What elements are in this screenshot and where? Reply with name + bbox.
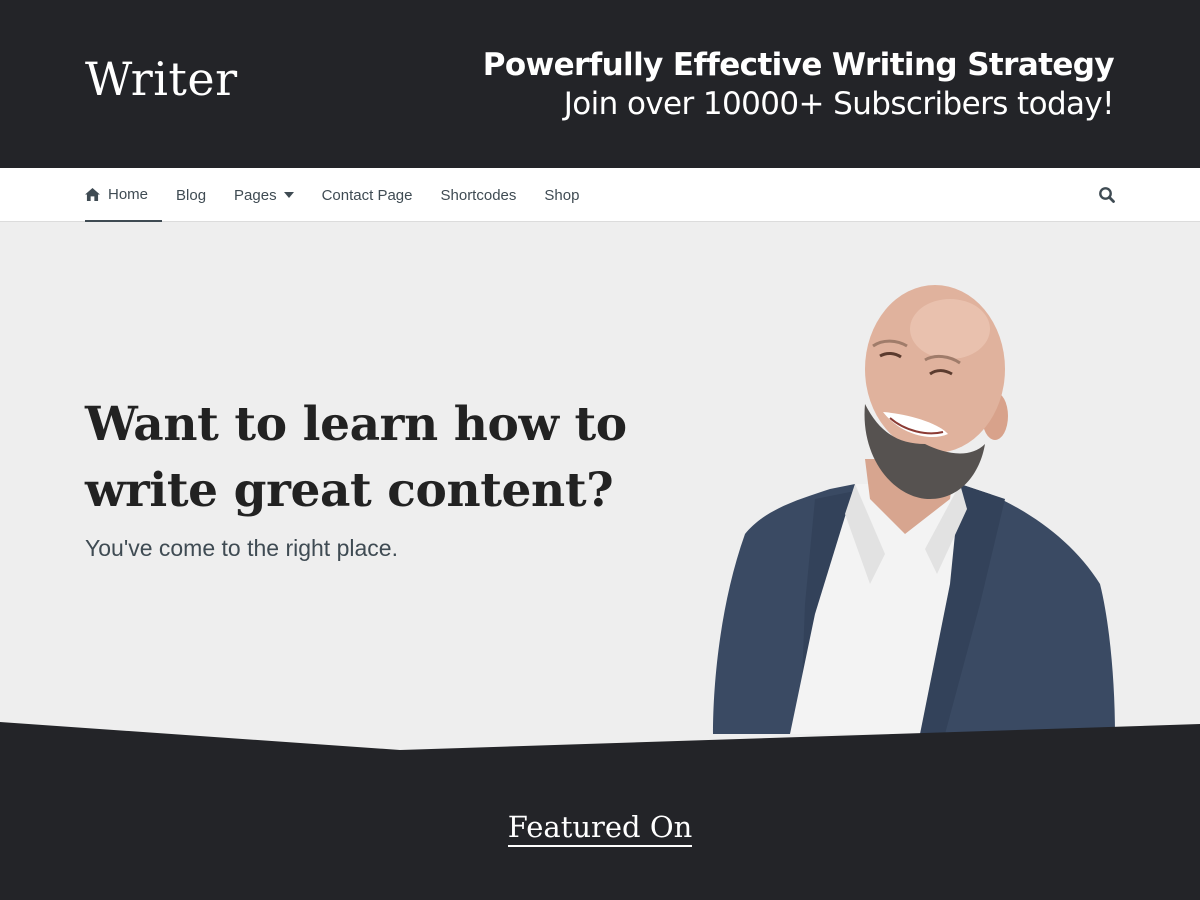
nav-menu: Home Blog Pages Contact Page Shortcodes … [85,168,593,222]
site-logo[interactable]: Writer [85,52,238,106]
nav-item-label: Shop [544,186,580,204]
nav-item-label: Blog [176,186,207,204]
nav-item-label: Pages [234,186,277,204]
home-icon [85,187,100,201]
hero-title: Want to learn how to write great content… [85,397,627,518]
caret-down-icon [283,192,294,198]
nav-item-label: Shortcodes [440,186,517,204]
featured-section: Featured On [0,722,1200,900]
header-tagline: Powerfully Effective Writing Strategy Jo… [474,46,1115,124]
site-header: Writer Powerfully Effective Writing Stra… [0,0,1200,168]
nav-item-shop[interactable]: Shop [530,168,593,222]
nav-item-home[interactable]: Home [85,168,163,222]
nav-item-blog[interactable]: Blog [162,168,220,222]
search-icon[interactable] [1098,186,1116,204]
tagline-bold: Powerfully Effective Writing Strategy [482,47,1115,83]
featured-title: Featured On [507,810,693,847]
tagline-rest: Join over 10000+ Subscribers today! [563,86,1115,122]
nav-item-label: Home [108,185,149,203]
hero-person-image [713,285,1115,734]
nav-item-pages[interactable]: Pages [220,168,308,222]
featured-title-wrap: Featured On [0,810,1200,847]
hero-subtitle: You've come to the right place. [85,535,398,561]
main-navigation: Home Blog Pages Contact Page Shortcodes … [0,168,1200,222]
nav-item-shortcodes[interactable]: Shortcodes [427,168,531,222]
nav-item-contact-page[interactable]: Contact Page [308,168,427,222]
hero-section: Want to learn how to write great content… [0,222,1200,734]
nav-item-label: Contact Page [321,186,413,204]
